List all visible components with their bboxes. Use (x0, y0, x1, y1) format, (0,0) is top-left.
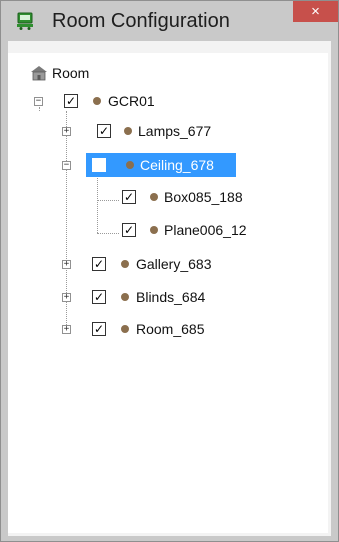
node-dot-icon (121, 293, 129, 301)
tree-item-plane006[interactable]: ✓ Plane006_12 (122, 219, 322, 241)
node-dot-icon (121, 260, 129, 268)
checkbox[interactable]: ✓ (92, 322, 106, 336)
tree-item-label: Blinds_684 (136, 289, 206, 305)
room-building-icon (31, 66, 47, 81)
tree-item-blinds[interactable]: + ✓ Blinds_684 (62, 286, 282, 308)
title-bar[interactable]: Room Configuration × (1, 1, 338, 41)
close-icon: × (311, 3, 320, 20)
tree-root-label: Room (52, 65, 90, 81)
tree-item-gallery[interactable]: + ✓ Gallery_683 (62, 253, 282, 275)
node-dot-icon (150, 193, 158, 201)
tree-item-room685[interactable]: + ✓ Room_685 (62, 318, 282, 340)
expand-icon[interactable]: + (62, 127, 71, 136)
monitor-train-icon (17, 12, 33, 30)
tree-item-box085[interactable]: ✓ Box085_188 (122, 186, 322, 208)
close-button[interactable]: × (293, 1, 338, 22)
checkbox[interactable]: ✓ (92, 257, 106, 271)
tree-item-label: Box085_188 (164, 189, 243, 205)
checkbox[interactable] (92, 158, 106, 172)
tree-item-ceiling[interactable]: − Ceiling_678 (62, 154, 282, 176)
tree-item-label: Gallery_683 (136, 256, 212, 272)
checkbox[interactable]: ✓ (92, 290, 106, 304)
checkbox[interactable]: ✓ (64, 94, 78, 108)
expand-icon[interactable]: + (62, 293, 71, 302)
window-title: Room Configuration (52, 10, 230, 32)
checkbox[interactable]: ✓ (97, 124, 111, 138)
tree-item-label: Room_685 (136, 321, 205, 337)
collapse-icon[interactable]: − (34, 97, 43, 106)
node-dot-icon (124, 127, 132, 135)
tree-connector (97, 200, 119, 201)
node-dot-icon (126, 161, 134, 169)
tree-connector (97, 233, 119, 234)
node-dot-icon (121, 325, 129, 333)
expand-icon[interactable]: + (62, 260, 71, 269)
expand-icon[interactable]: + (62, 325, 71, 334)
tree-item-label: Plane006_12 (164, 222, 247, 238)
collapse-icon[interactable]: − (62, 161, 71, 170)
node-dot-icon (93, 97, 101, 105)
tree-item-lamps[interactable]: + ✓ Lamps_677 (62, 120, 282, 142)
tree-item-gcr01[interactable]: − ✓ GCR01 (34, 90, 234, 112)
node-dot-icon (150, 226, 158, 234)
checkbox[interactable]: ✓ (122, 190, 136, 204)
tree-item-label: Ceiling_678 (140, 157, 214, 173)
tree-root[interactable]: Room (30, 62, 130, 84)
tree-item-label: GCR01 (108, 93, 155, 109)
checkbox[interactable]: ✓ (122, 223, 136, 237)
tree-item-label: Lamps_677 (138, 123, 212, 139)
